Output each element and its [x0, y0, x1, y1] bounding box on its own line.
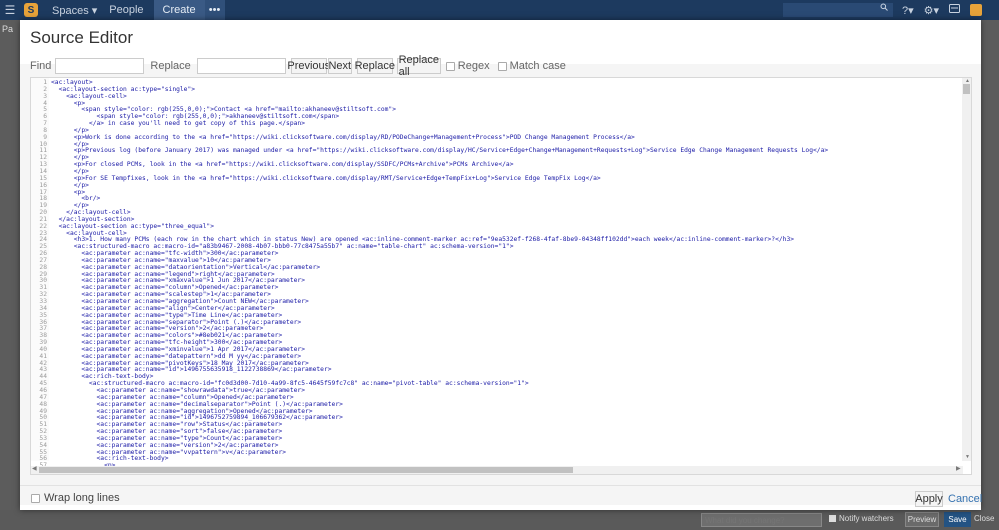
line-number: 6 — [43, 113, 47, 121]
dialog-title: Source Editor — [30, 28, 133, 47]
code-line[interactable]: 7 </a> in case you'll need to get copy o… — [31, 120, 828, 128]
create-button[interactable]: Create — [153, 0, 205, 20]
wrap-long-lines-label: Wrap long lines — [44, 492, 120, 504]
line-number: 8 — [43, 126, 47, 134]
find-input[interactable] — [55, 58, 145, 74]
scroll-right-arrow-icon[interactable]: ▶ — [956, 465, 961, 472]
replace-label: Replace — [150, 60, 191, 72]
code-lines[interactable]: 1 <ac:layout> 2 <ac:layout-section ac:type… — [31, 79, 828, 470]
gear-icon[interactable]: ⚙▾ — [924, 4, 939, 17]
code-line[interactable]: 15 <p>For SE Tempfixes, look in the <a h… — [31, 175, 828, 183]
scroll-left-arrow-icon[interactable]: ◀ — [32, 465, 37, 472]
help-icon[interactable]: ?▾ — [902, 4, 914, 17]
nav-people[interactable]: People — [103, 0, 149, 20]
code-line-text[interactable]: <p>Previous log (before January 2017) wa… — [51, 148, 828, 155]
search-input[interactable] — [783, 3, 893, 17]
line-number: 3 — [43, 92, 47, 100]
save-button[interactable]: Save — [944, 512, 971, 527]
apply-button[interactable]: Apply — [915, 491, 943, 507]
code-line[interactable]: 11 <p>Previous log (before January 2017)… — [31, 148, 828, 155]
line-number: 7 — [43, 120, 47, 128]
code-line[interactable]: 18 <br/> — [31, 195, 828, 203]
wrap-long-lines-option[interactable]: Wrap long lines — [31, 492, 120, 504]
preview-button[interactable]: Preview — [905, 512, 939, 527]
notify-watchers-checkbox[interactable] — [829, 515, 836, 522]
vertical-scroll-thumb[interactable] — [963, 84, 970, 94]
cancel-link[interactable]: Cancel — [948, 493, 982, 505]
code-line-text[interactable]: <p>For SE Tempfixes, look in the <a href… — [51, 175, 601, 183]
more-button[interactable]: ••• — [204, 0, 225, 20]
code-line-text[interactable]: <p>Work is done according to the <a href… — [51, 134, 635, 142]
code-line[interactable]: 19 </p> — [31, 202, 828, 210]
close-button[interactable]: Close — [974, 514, 994, 523]
line-number: 4 — [43, 99, 47, 107]
code-line-text[interactable]: <p>For closed PCMs, look in the <a href=… — [51, 161, 514, 169]
code-line[interactable]: 17 <p> — [31, 189, 828, 197]
scroll-down-arrow-icon[interactable]: ▼ — [965, 454, 970, 460]
line-number: 1 — [43, 79, 47, 86]
avatar[interactable] — [970, 4, 983, 16]
replace-input[interactable] — [196, 58, 286, 74]
previous-button[interactable]: Previous — [287, 58, 330, 74]
line-number: 5 — [43, 106, 47, 114]
regex-label: Regex — [457, 60, 490, 72]
page-breadcrumb-sliver: Pa — [2, 24, 14, 34]
nav-spaces[interactable]: Spaces ▾ — [46, 0, 103, 20]
notifications-icon[interactable] — [949, 3, 961, 17]
find-label: Find — [30, 60, 52, 72]
notify-watchers[interactable]: Notify watchers — [829, 514, 894, 523]
horizontal-scroll-thumb[interactable] — [39, 467, 573, 473]
footer-divider — [20, 485, 981, 486]
notify-watchers-label: Notify watchers — [839, 514, 894, 523]
code-line[interactable]: 16 </p> — [31, 182, 828, 190]
source-editor-dialog: Source Editor Find Replace Previous Next… — [20, 20, 982, 510]
find-replace-toolbar: Find Replace Previous Next Replace Repla… — [30, 54, 566, 78]
wrap-long-lines-checkbox[interactable] — [31, 493, 40, 503]
search-icon — [880, 3, 888, 13]
match-case-label: Match case — [509, 60, 566, 72]
line-number: 2 — [43, 85, 47, 93]
code-editor[interactable]: 1 <ac:layout> 2 <ac:layout-section ac:type… — [30, 77, 972, 475]
code-line[interactable]: 13 <p>For closed PCMs, look in the <a hr… — [31, 161, 828, 169]
regex-checkbox[interactable] — [445, 61, 455, 71]
code-line[interactable]: 22 <ac:layout-section ac:type="three_equ… — [31, 223, 828, 231]
code-line[interactable]: 2 <ac:layout-section ac:type="single"> — [31, 85, 828, 94]
replace-button[interactable]: Replace — [355, 58, 395, 74]
next-button[interactable]: Next — [327, 58, 352, 74]
code-line[interactable]: 3 <ac:layout-cell> — [31, 92, 828, 101]
code-line[interactable]: 9 <p>Work is done according to the <a hr… — [31, 134, 828, 142]
horizontal-scrollbar[interactable]: ◀ ▶ — [31, 466, 963, 474]
replace-all-button[interactable]: Replace all — [396, 54, 441, 78]
change-comment-input[interactable] — [701, 513, 822, 527]
match-case-checkbox[interactable] — [497, 61, 507, 71]
app-logo[interactable]: S — [24, 3, 38, 17]
code-line-text[interactable]: </a> in case you'll need to get copy of … — [51, 120, 305, 128]
code-line[interactable]: 56 <ac:rich-text-body> — [31, 456, 828, 463]
menu-icon[interactable]: ☰ — [0, 0, 20, 20]
code-line[interactable]: 20 </ac:layout-cell> — [31, 209, 828, 217]
vertical-scrollbar[interactable]: ▲ ▼ — [962, 78, 971, 461]
